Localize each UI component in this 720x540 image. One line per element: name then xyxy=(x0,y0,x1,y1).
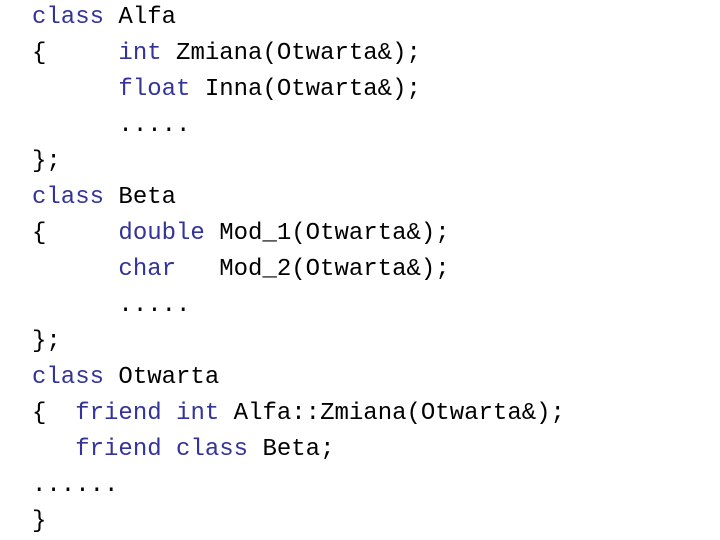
code-token: Beta xyxy=(104,184,177,211)
code-token: ...... xyxy=(32,472,119,499)
code-token: ..... xyxy=(32,292,191,319)
code-line: { double Mod_1(Otwarta&); xyxy=(32,216,565,252)
code-line: { int Zmiana(Otwarta&); xyxy=(32,36,565,72)
code-token: } xyxy=(32,508,47,535)
code-token: Otwarta xyxy=(104,364,220,391)
code-line: } xyxy=(32,504,565,540)
code-line: ..... xyxy=(32,108,565,144)
code-token: Alfa::Zmiana(Otwarta&); xyxy=(219,400,565,427)
code-listing: class Alfa{ int Zmiana(Otwarta&); float … xyxy=(32,0,565,540)
code-line: { friend int Alfa::Zmiana(Otwarta&); xyxy=(32,396,565,432)
code-line: ..... xyxy=(32,288,565,324)
keyword-token: class xyxy=(32,364,105,391)
keyword-token: class xyxy=(32,4,105,31)
code-token: Mod_1(Otwarta&); xyxy=(204,220,450,247)
code-token: Alfa xyxy=(104,4,177,31)
code-token: Inna(Otwarta&); xyxy=(190,76,421,103)
keyword-token: double xyxy=(118,220,205,247)
code-line: ...... xyxy=(32,468,565,504)
code-line: char Mod_2(Otwarta&); xyxy=(32,252,565,288)
code-line: class Alfa xyxy=(32,0,565,36)
code-line: float Inna(Otwarta&); xyxy=(32,72,565,108)
code-line: class Beta xyxy=(32,180,565,216)
keyword-token: class xyxy=(32,184,105,211)
keyword-token: char xyxy=(118,256,177,283)
keyword-token: int xyxy=(118,40,162,67)
code-token: ..... xyxy=(32,112,191,139)
code-token: { xyxy=(32,40,119,67)
keyword-token: friend xyxy=(75,400,162,427)
keyword-token: class xyxy=(176,436,249,463)
code-token: Zmiana(Otwarta&); xyxy=(161,40,421,67)
keyword-token: friend xyxy=(75,436,162,463)
keyword-token: float xyxy=(118,76,191,103)
code-line: }; xyxy=(32,144,565,180)
code-token: Mod_2(Otwarta&); xyxy=(176,256,450,283)
code-line: friend class Beta; xyxy=(32,432,565,468)
code-line: }; xyxy=(32,324,565,360)
keyword-token: int xyxy=(176,400,220,427)
code-line: class Otwarta xyxy=(32,360,565,396)
code-token: Beta; xyxy=(248,436,335,463)
code-token: }; xyxy=(32,328,61,355)
code-token: { xyxy=(32,400,76,427)
code-token: }; xyxy=(32,148,61,175)
code-token: { xyxy=(32,220,119,247)
